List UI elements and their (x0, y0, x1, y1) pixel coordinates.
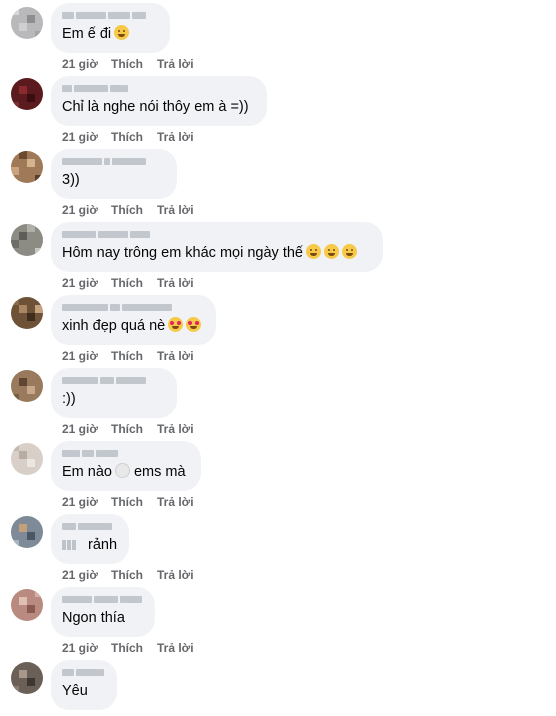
comment-bubble: Yêu (51, 660, 117, 710)
full-moon-face-emoji-icon (114, 463, 130, 478)
reply-button[interactable]: Trả lời (157, 203, 194, 217)
comment-bubble: xinh đẹp quá nè (51, 295, 216, 345)
comment-bubble: rảnh (51, 514, 129, 564)
author-name[interactable] (62, 375, 165, 386)
reply-button[interactable]: Trả lời (157, 349, 194, 363)
author-name[interactable] (62, 521, 117, 532)
comment-text: xinh đẹp quá nè (62, 317, 204, 336)
relieved-emoji-icon (114, 25, 130, 40)
avatar[interactable] (11, 297, 43, 329)
comment-bubble: :)) (51, 368, 177, 418)
comment-time[interactable]: 21 giờ (62, 495, 111, 509)
author-name[interactable] (62, 229, 371, 240)
mentioned-name[interactable] (62, 537, 84, 550)
author-name[interactable] (62, 83, 255, 94)
like-button[interactable]: Thích (111, 276, 157, 290)
reply-button[interactable]: Trả lời (157, 568, 194, 582)
author-name[interactable] (62, 302, 204, 313)
reply-button[interactable]: Trả lời (157, 495, 194, 509)
rofl-emoji-icon (323, 244, 339, 259)
author-name[interactable] (62, 594, 143, 605)
like-button[interactable]: Thích (111, 57, 157, 71)
rofl-emoji-icon (341, 244, 357, 259)
reply-button[interactable]: Trả lời (157, 276, 194, 290)
reply-button[interactable]: Trả lời (157, 57, 194, 71)
like-button[interactable]: Thích (111, 568, 157, 582)
like-button[interactable]: Thích (111, 203, 157, 217)
comment-text: :)) (62, 391, 76, 407)
comment-bubble: Em nào ems mà (51, 441, 201, 491)
avatar[interactable] (11, 7, 43, 39)
avatar[interactable] (11, 78, 43, 110)
comment-time[interactable]: 21 giờ (62, 349, 111, 363)
author-name[interactable] (62, 156, 165, 167)
heart-eyes-emoji-icon (168, 317, 184, 332)
comment-text: Chỉ là nghe nói thôy em à =)) (62, 99, 249, 115)
comment-bubble: 3)) (51, 149, 177, 199)
avatar[interactable] (11, 151, 43, 183)
comment-text: 3)) (62, 172, 80, 188)
comment-time[interactable]: 21 giờ (62, 276, 111, 290)
avatar[interactable] (11, 516, 43, 548)
rofl-emoji-icon (305, 244, 321, 259)
author-name[interactable] (62, 667, 105, 678)
like-button[interactable]: Thích (111, 349, 157, 363)
reply-button[interactable]: Trả lời (157, 130, 194, 144)
heart-eyes-emoji-icon (186, 317, 202, 332)
like-button[interactable]: Thích (111, 495, 157, 509)
like-button[interactable]: Thích (111, 130, 157, 144)
avatar[interactable] (11, 662, 43, 694)
comment-text: Yêu (62, 683, 88, 699)
like-button[interactable]: Thích (111, 641, 157, 655)
comment-bubble: Em ế đi (51, 3, 170, 53)
comment-time[interactable]: 21 giờ (62, 57, 111, 71)
comment-text: Ngon thía (62, 610, 125, 626)
comment-bubble: Ngon thía (51, 587, 155, 637)
like-button[interactable]: Thích (111, 422, 157, 436)
comment-time[interactable]: 21 giờ (62, 130, 111, 144)
comment-text: Em nào ems mà (62, 463, 186, 480)
reply-button[interactable]: Trả lời (157, 422, 194, 436)
comment-bubble: Hôm nay trông em khác mọi ngày thế (51, 222, 383, 272)
author-name[interactable] (62, 448, 189, 459)
avatar[interactable] (11, 370, 43, 402)
comment-text: Hôm nay trông em khác mọi ngày thế (62, 244, 371, 263)
comment-text: Em ế đi (62, 25, 158, 44)
author-name[interactable] (62, 10, 158, 21)
comment-time[interactable]: 21 giờ (62, 568, 111, 582)
comment-time[interactable]: 21 giờ (62, 422, 111, 436)
avatar[interactable] (11, 224, 43, 256)
comment-time[interactable]: 21 giờ (62, 641, 111, 655)
comment-text: rảnh (62, 536, 117, 555)
reply-button[interactable]: Trả lời (157, 641, 194, 655)
avatar[interactable] (11, 443, 43, 475)
avatar[interactable] (11, 589, 43, 621)
comment-bubble: Chỉ là nghe nói thôy em à =)) (51, 76, 267, 126)
comment-time[interactable]: 21 giờ (62, 203, 111, 217)
